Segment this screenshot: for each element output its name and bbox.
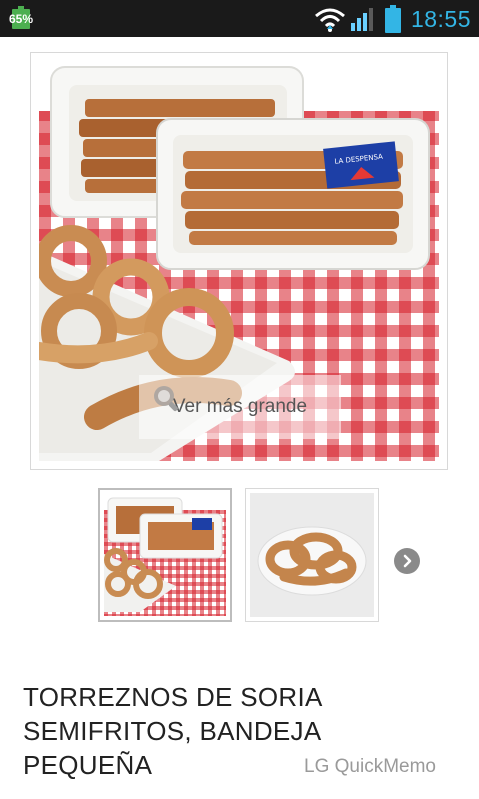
signal-icon [350,7,375,31]
battery-charging-icon: 65% [9,6,33,30]
quickmemo-watermark: LG QuickMemo [304,756,436,777]
battery-percent: 65% [8,12,34,26]
thumbnail-photo-trays [104,494,226,616]
thumbnail-photo-plate [250,493,374,617]
status-bar: 65% 18:55 [0,0,479,37]
zoom-label: Ver más grande [172,396,308,417]
status-icons: 18:55 [313,4,471,34]
chevron-right-icon [403,554,412,568]
next-thumbnails-button[interactable] [394,548,420,574]
clock: 18:55 [410,5,471,32]
thumbnail-2[interactable] [245,488,379,622]
wifi-icon [314,8,345,32]
battery-indicator-left: 65% [9,6,33,30]
battery-icon [384,5,401,33]
zoom-button[interactable]: Ver más grande [139,375,341,439]
magnifier-icon [154,386,178,412]
thumbnail-1[interactable] [98,488,232,622]
main-product-image[interactable]: LA DESPENSA Ver más grande [30,52,448,470]
